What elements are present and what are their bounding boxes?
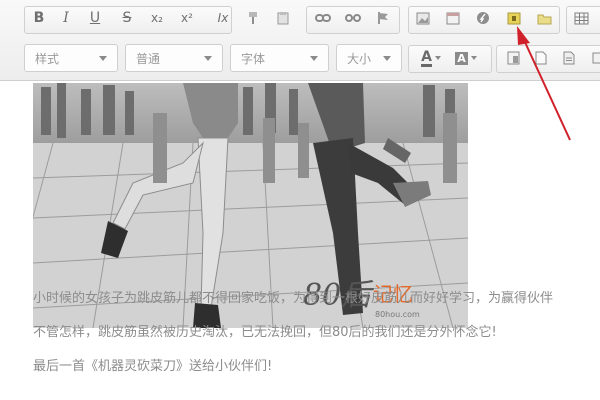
table-icon <box>574 12 588 24</box>
unlink-button[interactable] <box>342 6 364 30</box>
folder-button[interactable] <box>533 6 555 30</box>
chevron-down-icon <box>470 56 477 60</box>
font-select[interactable]: 字体 <box>230 44 329 72</box>
format-select-value: 普通 <box>136 51 161 66</box>
paste-text-button[interactable] <box>272 6 294 30</box>
text-color-button[interactable]: A <box>416 46 446 70</box>
bold-button[interactable]: B <box>28 6 50 30</box>
maximize-button[interactable] <box>502 46 524 70</box>
image-button[interactable] <box>412 6 434 30</box>
underline-button[interactable]: U <box>84 6 106 30</box>
bg-color-button[interactable]: A <box>451 46 481 70</box>
paragraph-2: 不管怎样，跳皮筋虽然被历史淘汰，已无法挽回，但80后的我们还是分外怀念它! <box>33 325 497 340</box>
anchor-button[interactable] <box>372 6 394 30</box>
calendar-button[interactable] <box>442 6 464 30</box>
anchor-flag-icon <box>378 12 388 24</box>
underline-icon: U <box>89 10 101 26</box>
watermark-site: 80hou.com <box>375 310 420 319</box>
strikethrough-button[interactable]: S <box>116 6 138 30</box>
paragraph-3: 最后一首《机器灵砍菜刀》送给小伙伴们! <box>33 359 273 374</box>
show-blocks-button[interactable] <box>530 46 552 70</box>
italic-button[interactable]: I <box>55 6 77 30</box>
flash-button[interactable] <box>472 6 494 30</box>
size-select[interactable]: 大小 <box>336 44 402 72</box>
subscript-button[interactable]: x₂ <box>146 6 168 30</box>
unlink-icon <box>345 14 361 22</box>
table-button[interactable] <box>570 6 592 30</box>
style-select[interactable]: 样式 <box>24 44 118 72</box>
format-select[interactable]: 普通 <box>125 44 223 72</box>
chevron-down-icon <box>204 55 212 61</box>
chevron-down-icon <box>434 56 441 60</box>
size-select-value: 大小 <box>347 51 372 66</box>
flash-icon <box>477 12 489 24</box>
chevron-down-icon <box>310 55 318 61</box>
format-painter-icon <box>249 12 257 24</box>
editor-toolbar: B I U S x₂ x² Ix 样式 普通 字体 大小 A A <box>0 0 600 81</box>
superscript-icon: x² <box>181 11 193 25</box>
document-icon <box>563 51 575 65</box>
editor-content[interactable]: 80后 记忆 80hou.com 小时候的女孩子为跳皮筋儿都不得回家吃饭，为得到… <box>0 81 600 400</box>
more-button[interactable] <box>586 46 600 70</box>
subscript-icon: x₂ <box>151 11 163 25</box>
paste-text-icon <box>277 12 289 25</box>
link-button[interactable] <box>312 6 334 30</box>
calendar-icon <box>446 12 460 24</box>
text-color-icon: A <box>421 48 432 67</box>
chevron-down-icon <box>383 55 391 61</box>
bg-color-icon: A <box>455 51 468 65</box>
source-button[interactable] <box>558 46 580 70</box>
link-icon <box>315 14 331 22</box>
paragraph-1: 小时候的女孩子为跳皮筋儿都不得回家吃饭，为得到一根好皮筋儿而好好学习，为赢得伙伴 <box>33 291 554 306</box>
insert-image-button[interactable] <box>503 6 525 30</box>
maximize-icon <box>507 51 519 65</box>
folder-icon <box>537 14 551 24</box>
format-painter-button[interactable] <box>242 6 264 30</box>
font-select-value: 字体 <box>241 51 266 66</box>
insert-image-icon <box>507 12 521 24</box>
clear-format-icon: Ix <box>217 11 229 25</box>
rich-text-editor: B I U S x₂ x² Ix 样式 普通 字体 大小 A A 80后 记忆 … <box>0 0 600 400</box>
page-icon <box>535 51 547 65</box>
chevron-down-icon <box>99 55 107 61</box>
superscript-button[interactable]: x² <box>176 6 198 30</box>
strikethrough-icon: S <box>122 10 132 26</box>
bold-icon: B <box>33 10 45 26</box>
more-icon <box>592 52 600 64</box>
clear-format-button[interactable]: Ix <box>212 6 234 30</box>
image-icon <box>416 12 430 24</box>
italic-icon: I <box>63 10 69 26</box>
style-select-value: 样式 <box>35 51 60 66</box>
